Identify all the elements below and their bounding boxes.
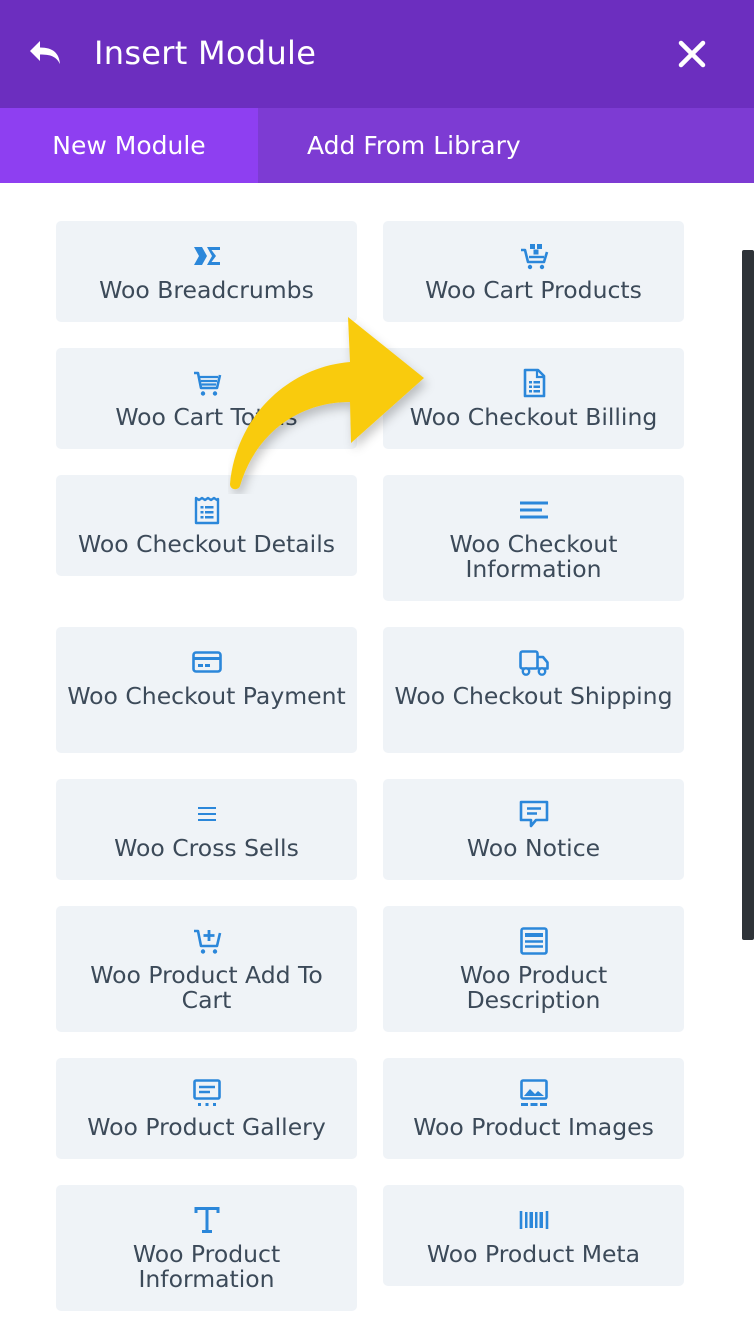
module-grid: Woo Breadcrumbs Woo Cart Products Woo Ca… xyxy=(0,183,740,1338)
module-woo-checkout-payment[interactable]: Woo Checkout Payment xyxy=(56,627,357,753)
scrollbar[interactable] xyxy=(742,250,754,940)
module-woo-cross-sells[interactable]: Woo Cross Sells xyxy=(56,779,357,880)
module-woo-product-images[interactable]: Woo Product Images xyxy=(383,1058,684,1159)
module-woo-notice[interactable]: Woo Notice xyxy=(383,779,684,880)
module-woo-product-description[interactable]: Woo Product Description xyxy=(383,906,684,1032)
truck-icon xyxy=(519,650,549,676)
close-icon[interactable] xyxy=(672,34,712,74)
barcode-icon xyxy=(519,1211,549,1229)
add-to-cart-icon xyxy=(194,929,222,954)
notice-bubble-icon xyxy=(519,800,549,828)
breadcrumbs-icon xyxy=(194,247,220,265)
text-t-icon xyxy=(194,1207,220,1233)
credit-card-icon xyxy=(192,651,222,673)
tab-add-from-library[interactable]: Add From Library xyxy=(258,108,754,183)
tab-bar: New Module Add From Library xyxy=(0,108,754,183)
billing-document-icon xyxy=(523,368,546,398)
module-woo-product-information[interactable]: Woo Product Information xyxy=(56,1185,357,1311)
modal-title: Insert Module xyxy=(94,34,317,72)
module-woo-checkout-billing[interactable]: Woo Checkout Billing xyxy=(383,348,684,449)
text-lines-icon xyxy=(520,501,548,519)
module-woo-cart-products[interactable]: Woo Cart Products xyxy=(383,221,684,322)
cart-totals-icon xyxy=(194,371,222,396)
module-woo-product-gallery[interactable]: Woo Product Gallery xyxy=(56,1058,357,1159)
tab-new-module[interactable]: New Module xyxy=(0,108,258,183)
list-lines-icon xyxy=(198,807,216,821)
gallery-icon xyxy=(193,1079,221,1106)
cart-products-icon xyxy=(521,244,549,270)
modal-header: Insert Module xyxy=(0,0,754,108)
back-arrow-icon[interactable] xyxy=(26,34,66,74)
module-woo-cart-totals[interactable]: Woo Cart Totals xyxy=(56,348,357,449)
module-woo-checkout-details[interactable]: Woo Checkout Details xyxy=(56,475,357,576)
module-woo-product-meta[interactable]: Woo Product Meta xyxy=(383,1185,684,1286)
images-icon xyxy=(520,1079,548,1106)
module-woo-breadcrumbs[interactable]: Woo Breadcrumbs xyxy=(56,221,357,322)
module-woo-checkout-shipping[interactable]: Woo Checkout Shipping xyxy=(383,627,684,753)
checkout-details-icon xyxy=(194,496,220,525)
module-woo-product-add-to-cart[interactable]: Woo Product Add To Cart xyxy=(56,906,357,1032)
module-woo-checkout-information[interactable]: Woo Checkout Information xyxy=(383,475,684,601)
description-icon xyxy=(520,927,548,955)
